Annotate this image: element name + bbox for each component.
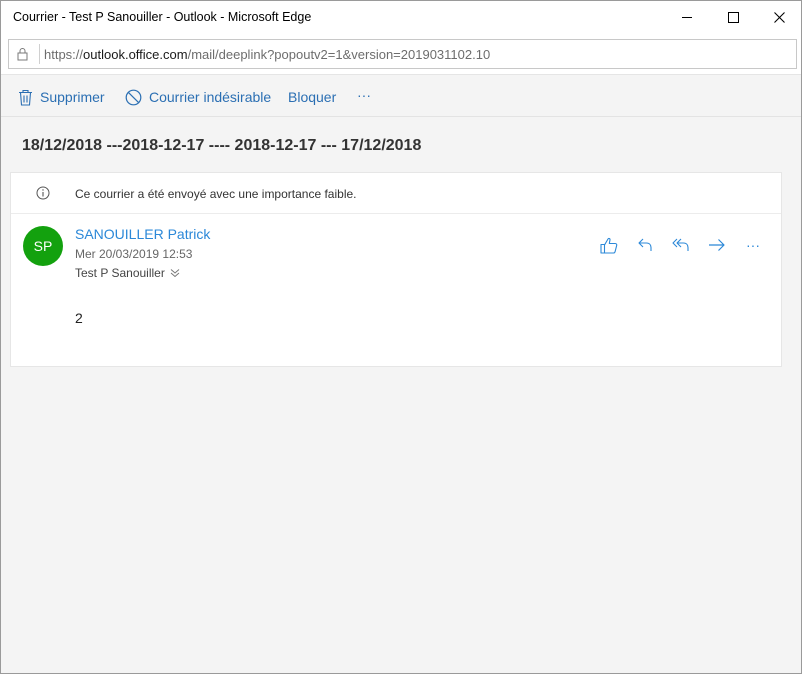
reply-all-button[interactable] [670, 234, 692, 256]
more-options-button[interactable]: ··· [357, 85, 371, 105]
block-circle-icon [125, 89, 142, 105]
sender-name[interactable]: SANOUILLER Patrick [75, 226, 210, 242]
minimize-button[interactable] [664, 1, 710, 34]
trash-icon [19, 89, 32, 106]
avatar[interactable]: SP [23, 226, 63, 266]
maximize-button[interactable] [710, 1, 756, 34]
close-icon [773, 12, 785, 23]
message-body: 2 [75, 310, 83, 326]
expand-recipients-button[interactable] [170, 268, 180, 278]
like-button[interactable] [598, 234, 620, 256]
delete-label: Supprimer [40, 89, 105, 105]
message-more-button[interactable]: ··· [742, 234, 764, 256]
maximize-icon [727, 12, 739, 23]
forward-arrow-icon [709, 239, 725, 251]
block-button[interactable]: Bloquer [288, 87, 336, 107]
importance-notice: Ce courrier a été envoyé avec une import… [75, 187, 357, 201]
reply-button[interactable] [634, 234, 656, 256]
url-path: /mail/deeplink?popoutv2=1&version=201903… [187, 47, 491, 62]
more-label: ··· [357, 87, 371, 103]
window-title: Courrier - Test P Sanouiller - Outlook -… [13, 10, 312, 24]
url-prefix: https:// [44, 47, 84, 62]
browser-window: Courrier - Test P Sanouiller - Outlook -… [0, 0, 802, 674]
recipient-line: Test P Sanouiller [75, 266, 180, 280]
message-date: Mer 20/03/2019 12:53 [75, 247, 193, 261]
lock-icon [16, 47, 29, 66]
title-bar: Courrier - Test P Sanouiller - Outlook -… [1, 1, 801, 34]
avatar-initials: SP [33, 238, 53, 254]
url-text[interactable]: https://outlook.office.com/mail/deeplink… [44, 47, 490, 62]
close-button[interactable] [756, 1, 802, 34]
reply-all-icon [672, 238, 689, 251]
thumbs-up-icon [600, 237, 618, 254]
address-separator [39, 44, 40, 64]
reply-icon [638, 238, 652, 251]
message-subject: 18/12/2018 ---2018-12-17 ---- 2018-12-17… [22, 137, 422, 154]
address-bar: https://outlook.office.com/mail/deeplink… [1, 34, 801, 74]
double-chevron-down-icon [170, 269, 180, 278]
info-icon [36, 186, 50, 205]
delete-button[interactable]: Supprimer [18, 87, 105, 107]
junk-label: Courrier indésirable [149, 89, 272, 105]
recipient-name: Test P Sanouiller [75, 266, 165, 280]
message-card: Ce courrier a été envoyé avec une import… [10, 172, 782, 367]
message-more-label: ··· [746, 237, 760, 253]
minimize-icon [681, 17, 692, 18]
block-label: Bloquer [288, 89, 337, 105]
importance-banner: Ce courrier a été envoyé avec une import… [11, 173, 781, 214]
command-bar: Supprimer Courrier indésirable Bloquer ·… [1, 74, 801, 117]
junk-button[interactable]: Courrier indésirable [125, 87, 271, 107]
forward-button[interactable] [706, 234, 728, 256]
url-field[interactable]: https://outlook.office.com/mail/deeplink… [8, 39, 797, 69]
url-host: outlook.office.com [83, 47, 188, 62]
